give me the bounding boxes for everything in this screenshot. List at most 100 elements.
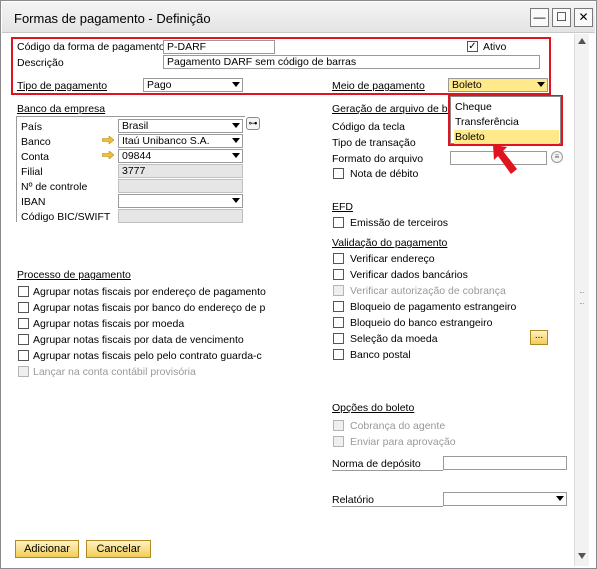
vertical-scrollbar[interactable]	[574, 34, 589, 566]
bank-value: Itaú Unibanco S.A.	[122, 135, 210, 147]
post-provisional-account-label: Lançar na conta contábil provisória	[33, 366, 196, 378]
group-by-due-date-label: Agrupar notas fiscais por data de vencim…	[33, 334, 244, 346]
iban-select[interactable]	[118, 194, 243, 208]
post-provisional-account-checkbox	[18, 366, 29, 377]
deposit-norm-separator	[332, 470, 443, 471]
debit-note-checkbox[interactable]	[333, 168, 344, 179]
bank-select[interactable]: Itaú Unibanco S.A.	[118, 134, 243, 148]
block-foreign-bank-label: Bloqueio do banco estrangeiro	[350, 317, 493, 329]
agent-collection-checkbox	[333, 420, 344, 431]
link-arrow-icon[interactable]	[102, 151, 114, 159]
payment-type-value: Pago	[147, 79, 172, 91]
verify-address-checkbox[interactable]	[333, 253, 344, 264]
title-bar[interactable]: Formas de pagamento - Definição — ☐ ✕	[2, 2, 595, 33]
active-label: Ativo	[483, 41, 507, 53]
agent-collection-label: Cobrança do agente	[350, 420, 446, 432]
account-select[interactable]: 09844	[118, 149, 243, 163]
bank-label: Banco	[21, 136, 51, 148]
code-field[interactable]: P-DARF	[163, 40, 275, 54]
verify-authorization-label: Verificar autorização de cobrança	[350, 285, 506, 297]
group-by-currency-label: Agrupar notas fiscais por moeda	[33, 318, 185, 330]
maximize-button[interactable]: ☐	[552, 8, 571, 27]
link-arrow-icon[interactable]	[102, 136, 114, 144]
swift-field	[118, 209, 243, 223]
close-button[interactable]: ✕	[574, 8, 593, 27]
payment-means-select[interactable]: Boleto	[448, 78, 548, 92]
red-pointer-arrow-icon	[493, 145, 517, 174]
group-by-contract-checkbox[interactable]	[18, 350, 29, 361]
debit-note-label: Nota de débito	[350, 168, 419, 180]
block-foreign-payment-checkbox[interactable]	[333, 301, 344, 312]
group-by-address-bank-label: Agrupar notas fiscais por banco do ender…	[33, 302, 266, 314]
efd-section: EFD	[332, 201, 353, 213]
dropdown-option-cheque[interactable]: Cheque	[454, 100, 559, 114]
group-by-currency-checkbox[interactable]	[18, 318, 29, 329]
country-select[interactable]: Brasil	[118, 119, 243, 133]
third-party-label: Emissão de terceiros	[350, 217, 449, 229]
group-by-payment-address-checkbox[interactable]	[18, 286, 29, 297]
group-by-due-date-checkbox[interactable]	[18, 334, 29, 345]
active-checkbox[interactable]: ✓	[467, 41, 478, 52]
minimize-button[interactable]: —	[530, 8, 549, 27]
dropdown-option-transfer[interactable]: Transferência bancária	[454, 115, 559, 142]
deposit-norm-field[interactable]	[443, 456, 567, 470]
transaction-type-label: Tipo de transação	[332, 137, 416, 149]
block-foreign-payment-label: Bloqueio de pagamento estrangeiro	[350, 301, 517, 313]
chevron-down-icon	[232, 82, 240, 87]
chevron-down-icon	[556, 496, 564, 501]
country-label: País	[21, 121, 43, 133]
report-select[interactable]	[443, 492, 567, 506]
postal-bank-checkbox[interactable]	[333, 349, 344, 360]
third-party-checkbox[interactable]	[333, 217, 344, 228]
block-foreign-bank-checkbox[interactable]	[333, 317, 344, 328]
file-generation-section: Geração de arquivo de bai	[332, 103, 456, 115]
file-format-label: Formato do arquivo	[332, 153, 424, 165]
branch-label: Filial	[21, 166, 43, 178]
report-separator	[332, 506, 443, 507]
swift-label: Código BIC/SWIFT	[21, 211, 111, 223]
branch-field: 3777	[118, 164, 243, 178]
description-field[interactable]: Pagamento DARF sem código de barras	[163, 55, 540, 69]
account-label: Conta	[21, 151, 50, 163]
payment-methods-window: Formas de pagamento - Definição — ☐ ✕ Có…	[0, 0, 597, 569]
send-approval-checkbox	[333, 436, 344, 447]
verify-bank-data-checkbox[interactable]	[333, 269, 344, 280]
currency-selection-checkbox[interactable]	[333, 333, 344, 344]
scroll-grip-icon[interactable]	[580, 292, 584, 304]
account-value: 09844	[122, 150, 152, 162]
control-field	[118, 179, 243, 193]
scroll-down-icon[interactable]	[578, 553, 586, 559]
boleto-options-section: Opções do boleto	[332, 402, 415, 414]
validation-section: Validação do pagamento	[332, 237, 448, 249]
postal-bank-label: Banco postal	[350, 349, 411, 361]
report-label: Relatório	[332, 494, 375, 506]
chevron-down-icon	[232, 198, 240, 203]
scroll-up-icon[interactable]	[578, 38, 586, 44]
verify-bank-data-label: Verificar dados bancários	[350, 269, 468, 281]
chevron-down-icon	[232, 153, 240, 158]
send-approval-label: Enviar para aprovação	[350, 436, 456, 448]
payment-means-value: Boleto	[452, 79, 482, 91]
country-value: Brasil	[122, 120, 149, 132]
group-by-payment-address-label: Agrupar notas fiscais por endereço de pa…	[33, 286, 266, 298]
group-by-contract-label: Agrupar notas fiscais pelo pelo contrato…	[33, 350, 262, 362]
list-icon[interactable]: ≡	[551, 151, 563, 163]
deposit-norm-label: Norma de depósito	[332, 458, 421, 470]
chevron-down-icon	[537, 82, 545, 87]
currency-more-button[interactable]: ...	[530, 330, 548, 345]
payment-means-dropdown: Cheque Transferência bancária Boleto	[450, 96, 561, 144]
payment-type-label: Tipo de pagamento	[17, 80, 108, 92]
verify-authorization-checkbox	[333, 285, 344, 296]
link-icon[interactable]: ⊶	[246, 117, 260, 130]
key-code-label: Código da tecla	[332, 121, 405, 133]
control-label: Nº de controle	[21, 181, 88, 193]
chevron-down-icon	[232, 123, 240, 128]
payment-type-select[interactable]: Pago	[143, 78, 243, 92]
group-by-address-bank-checkbox[interactable]	[18, 302, 29, 313]
window-title: Formas de pagamento - Definição	[14, 11, 211, 26]
add-button[interactable]: Adicionar	[15, 540, 79, 558]
cancel-button[interactable]: Cancelar	[86, 540, 151, 558]
currency-selection-label: Seleção da moeda	[350, 333, 438, 345]
payment-process-section: Processo de pagamento	[17, 269, 131, 281]
payment-means-label: Meio de pagamento	[332, 80, 425, 92]
